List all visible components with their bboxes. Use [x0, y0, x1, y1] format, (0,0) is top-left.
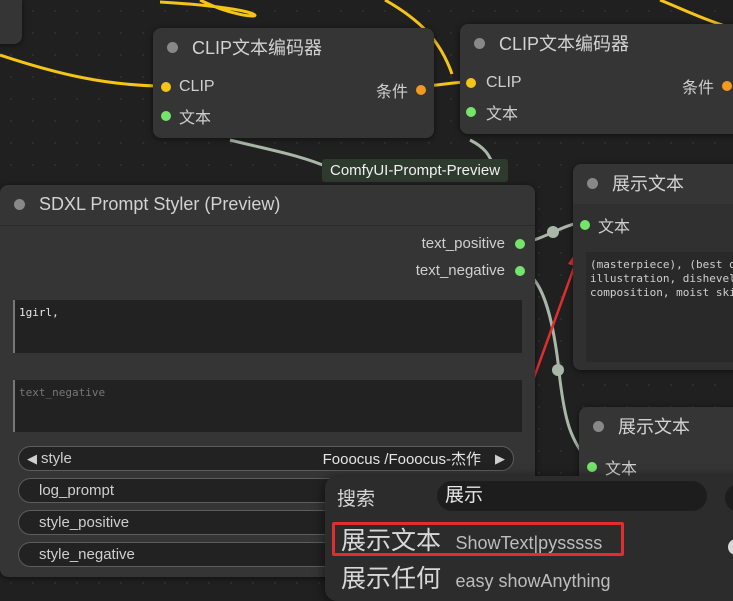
show-text-node-1[interactable]: 展示文本 文本 (masterpiece), (best q illustrat… — [573, 164, 733, 370]
slot-label: text_negative — [415, 262, 505, 279]
slot-label: text_positive — [421, 235, 505, 252]
collapse-dot-icon[interactable] — [587, 177, 598, 189]
output-conditioning-slot[interactable]: 条件 — [376, 78, 426, 102]
node-title: SDXL Prompt Styler (Preview) — [39, 193, 281, 214]
conditioning-socket-icon[interactable] — [722, 81, 733, 91]
clip-socket-icon[interactable] — [161, 82, 171, 92]
widget-label: log_prompt — [39, 482, 115, 499]
node-title-bar[interactable]: CLIP文本编码器 — [460, 24, 733, 62]
widget-label: style_negative — [39, 546, 135, 563]
node-title-bar[interactable]: CLIP文本编码器 — [153, 28, 434, 66]
slot-label: 条件 — [682, 80, 715, 97]
node-title-bar[interactable]: 展示文本 — [579, 407, 733, 445]
search-label: 搜索 — [337, 489, 376, 510]
clip-text-encoder-node-2[interactable]: CLIP文本编码器 CLIP 文本 条件 — [460, 24, 733, 134]
collapse-dot-icon[interactable] — [474, 37, 485, 49]
node-title: CLIP文本编码器 — [192, 38, 323, 58]
result-node-id: easy showAnything — [455, 571, 611, 591]
string-wire — [229, 138, 331, 170]
text-socket-icon[interactable] — [161, 111, 171, 121]
input-text-slot[interactable]: 文本 — [161, 104, 211, 128]
output-line: composition, moist ski — [590, 286, 733, 299]
output-line: illustration, dishevel — [590, 272, 733, 285]
clip-wire — [659, 0, 726, 28]
node-title: CLIP文本编码器 — [499, 34, 630, 54]
node-title-bar[interactable]: SDXL Prompt Styler (Preview) — [0, 185, 535, 223]
string-socket-icon[interactable] — [515, 265, 525, 276]
positive-prompt-textarea[interactable]: 1girl, — [13, 300, 522, 353]
clip-text-encoder-node-1[interactable]: CLIP文本编码器 CLIP 文本 条件 — [153, 28, 434, 138]
clip-socket-icon[interactable] — [466, 78, 476, 88]
slot-label: 文本 — [486, 106, 519, 123]
group-title[interactable]: ComfyUI-Prompt-Preview — [322, 159, 509, 182]
node-title: 展示文本 — [618, 417, 690, 437]
slot-label: 文本 — [179, 110, 212, 127]
collapse-dot-icon[interactable] — [14, 198, 25, 210]
partial-node[interactable] — [0, 0, 22, 44]
widget-label: style_positive — [39, 514, 130, 531]
text-socket-icon[interactable] — [466, 107, 476, 117]
output-conditioning-slot[interactable]: 条件 — [682, 74, 733, 98]
wire-midpoint — [547, 226, 559, 238]
widget-label: style — [41, 450, 72, 467]
search-result-item[interactable]: 展示任何 easy showAnything — [341, 559, 611, 595]
show-text-node-2[interactable]: 展示文本 文本 — [579, 407, 733, 487]
input-text-slot[interactable]: 文本 — [580, 213, 630, 237]
text-socket-icon[interactable] — [580, 220, 590, 230]
conditioning-socket-icon[interactable] — [416, 85, 426, 95]
search-input[interactable]: 展示 — [437, 481, 707, 511]
annotation-highlight-box — [332, 522, 624, 556]
slot-label: 条件 — [375, 84, 408, 101]
arrow-right-icon[interactable]: ▶ — [495, 451, 505, 467]
negative-prompt-textarea[interactable]: text_negative — [13, 380, 522, 432]
slot-label: 文本 — [598, 219, 631, 236]
input-clip-slot[interactable]: CLIP — [161, 78, 215, 96]
input-text-slot[interactable]: 文本 — [466, 100, 518, 124]
collapse-dot-icon[interactable] — [167, 41, 178, 53]
show-text-output[interactable]: (masterpiece), (best q illustration, dis… — [586, 252, 733, 362]
clip-wire — [0, 53, 166, 88]
widget-value: Fooocus /Fooocus-杰作 — [322, 451, 481, 468]
style-combo-widget[interactable]: ◀ style Fooocus /Fooocus-杰作 ▶ — [18, 446, 514, 471]
result-title: 展示任何 — [341, 565, 442, 593]
node-title-bar[interactable]: 展示文本 — [573, 164, 733, 202]
wire-midpoint — [552, 364, 564, 376]
scroll-handle[interactable] — [728, 539, 733, 555]
output-line: (masterpiece), (best q — [590, 258, 733, 271]
clip-wire — [159, 0, 257, 18]
slot-label: CLIP — [486, 74, 522, 91]
collapse-dot-icon[interactable] — [593, 420, 604, 432]
output-negative-slot[interactable]: text_negative — [416, 262, 525, 279]
string-socket-icon[interactable] — [515, 238, 525, 249]
node-title: 展示文本 — [612, 174, 684, 194]
input-clip-slot[interactable]: CLIP — [466, 74, 522, 92]
output-positive-slot[interactable]: text_positive — [422, 235, 525, 252]
arrow-left-icon[interactable]: ◀ — [27, 451, 37, 467]
slot-label: CLIP — [179, 78, 215, 95]
text-socket-icon[interactable] — [587, 462, 597, 472]
